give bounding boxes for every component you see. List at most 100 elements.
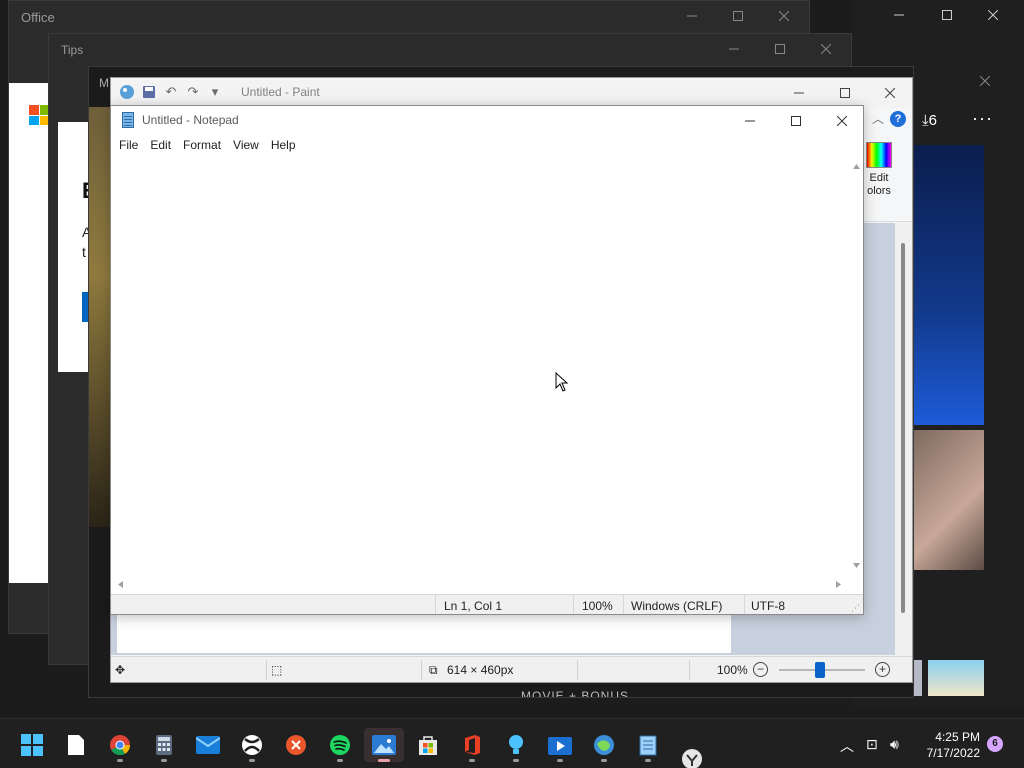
featured-image-2[interactable]: [912, 430, 984, 570]
network-icon[interactable]: ⊡: [866, 736, 878, 753]
save-icon[interactable]: [141, 84, 157, 100]
taskbar-paint[interactable]: [584, 728, 624, 762]
stream-close-button-2[interactable]: [962, 66, 1008, 96]
resize-grip-icon[interactable]: ⋰: [851, 603, 860, 614]
notepad-zoom-level: 100%: [582, 599, 613, 613]
taskbar-mail[interactable]: [188, 728, 228, 762]
paint-app-icon: [119, 84, 135, 100]
paint-vertical-scrollbar[interactable]: [895, 223, 912, 655]
paint-canvas[interactable]: [117, 613, 731, 653]
minimize-icon: [894, 14, 904, 16]
notification-badge[interactable]: 6: [987, 736, 1003, 752]
movies-icon: [548, 737, 572, 755]
taskbar-movies[interactable]: [540, 728, 580, 762]
menu-file[interactable]: File: [119, 136, 142, 156]
zoom-slider-thumb[interactable]: [815, 662, 825, 678]
notepad-text-area[interactable]: [111, 156, 848, 576]
taskbar-spotify[interactable]: [320, 728, 360, 762]
thumbnail[interactable]: [928, 660, 984, 696]
snip-icon: [682, 749, 702, 768]
tips-close-button[interactable]: [803, 34, 849, 64]
featured-image[interactable]: [912, 145, 984, 425]
close-icon: [837, 116, 847, 126]
notepad-maximize-button[interactable]: [773, 106, 819, 136]
menu-edit[interactable]: Edit: [150, 136, 175, 156]
notepad-vertical-scrollbar[interactable]: [848, 156, 863, 576]
mail-icon: [196, 736, 220, 754]
downloads-button[interactable]: ⤓6: [922, 112, 937, 129]
close-icon: [885, 88, 895, 98]
paint-status-bar: ✥ ⬚ ⧉ 614 × 460px 100% − +: [111, 656, 912, 682]
taskbar-store[interactable]: [408, 728, 448, 762]
close-icon: [980, 76, 990, 86]
clock-date: 7/17/2022: [926, 746, 980, 760]
scroll-arrows-icon: [118, 581, 841, 588]
taskbar-snip[interactable]: [672, 747, 712, 768]
start-button[interactable]: [12, 728, 52, 762]
volume-icon[interactable]: 🔊︎: [890, 736, 899, 753]
photos-icon: [372, 735, 396, 755]
notepad-minimize-button[interactable]: [727, 106, 773, 136]
quick-access-toolbar: ↶ ↷ ▾: [119, 84, 223, 100]
more-options-button[interactable]: ···: [972, 108, 993, 129]
minimize-icon: [794, 92, 804, 94]
movie-caption: MOVIE + BONUS: [521, 689, 630, 698]
notepad-horizontal-scrollbar[interactable]: [111, 576, 848, 593]
tips-maximize-button[interactable]: [757, 34, 803, 64]
color-spectrum-icon: [866, 142, 892, 168]
menu-help[interactable]: Help: [271, 136, 300, 156]
spotify-icon: [330, 735, 350, 755]
paint-maximize-button[interactable]: [822, 78, 868, 108]
taskbar-notepad[interactable]: [628, 728, 668, 762]
menu-view[interactable]: View: [233, 136, 263, 156]
taskbar-xbox[interactable]: [232, 728, 272, 762]
clock[interactable]: 4:25 PM 7/17/2022: [922, 729, 980, 761]
text-encoding: UTF-8: [751, 599, 785, 613]
show-hidden-icons-button[interactable]: ︿: [840, 736, 854, 756]
close-icon: [821, 44, 831, 54]
downloads-count: 6: [928, 112, 937, 129]
notepad-icon: [639, 735, 657, 756]
stream-minimize-button[interactable]: [876, 0, 922, 30]
taskbar-chrome[interactable]: [100, 728, 140, 762]
chrome-icon: [110, 735, 131, 756]
tips-text-line: t: [82, 244, 86, 260]
office-content: [9, 83, 49, 583]
x-app-icon: [286, 735, 306, 755]
notepad-close-button[interactable]: [819, 106, 863, 136]
collapse-ribbon-icon[interactable]: ︿: [872, 110, 884, 127]
xbox-icon: [242, 735, 262, 755]
taskbar-file[interactable]: [56, 728, 96, 762]
notepad-app-icon: [122, 112, 134, 128]
office-icon: [465, 735, 480, 755]
zoom-out-button[interactable]: −: [753, 662, 768, 677]
scrollbar-thumb[interactable]: [901, 243, 905, 613]
office-minimize-button[interactable]: [669, 1, 715, 31]
zoom-in-button[interactable]: +: [875, 662, 890, 677]
redo-icon[interactable]: ↷: [185, 84, 201, 100]
stream-close-button[interactable]: [970, 0, 1016, 30]
clock-time: 4:25 PM: [935, 730, 980, 744]
taskbar-tips[interactable]: [496, 728, 536, 762]
taskbar-calculator[interactable]: [144, 728, 184, 762]
undo-icon[interactable]: ↶: [163, 84, 179, 100]
paint-minimize-button[interactable]: [776, 78, 822, 108]
file-icon: [68, 735, 84, 755]
close-icon: [988, 10, 998, 20]
menu-format[interactable]: Format: [183, 136, 225, 156]
close-icon: [779, 11, 789, 21]
maximize-icon: [733, 11, 743, 21]
office-close-button[interactable]: [761, 1, 807, 31]
taskbar-office[interactable]: [452, 728, 492, 762]
customize-qat-icon[interactable]: ▾: [207, 84, 223, 100]
notepad-menu-bar: File Edit Format View Help: [111, 136, 863, 156]
taskbar-photos[interactable]: [364, 728, 404, 762]
office-maximize-button[interactable]: [715, 1, 761, 31]
store-icon: [419, 736, 437, 755]
help-button[interactable]: ?: [890, 111, 906, 127]
taskbar-office-x[interactable]: [276, 728, 316, 762]
minimize-icon: [729, 48, 739, 50]
paint-close-button[interactable]: [867, 78, 912, 108]
stream-maximize-button[interactable]: [924, 0, 970, 30]
tips-minimize-button[interactable]: [711, 34, 757, 64]
